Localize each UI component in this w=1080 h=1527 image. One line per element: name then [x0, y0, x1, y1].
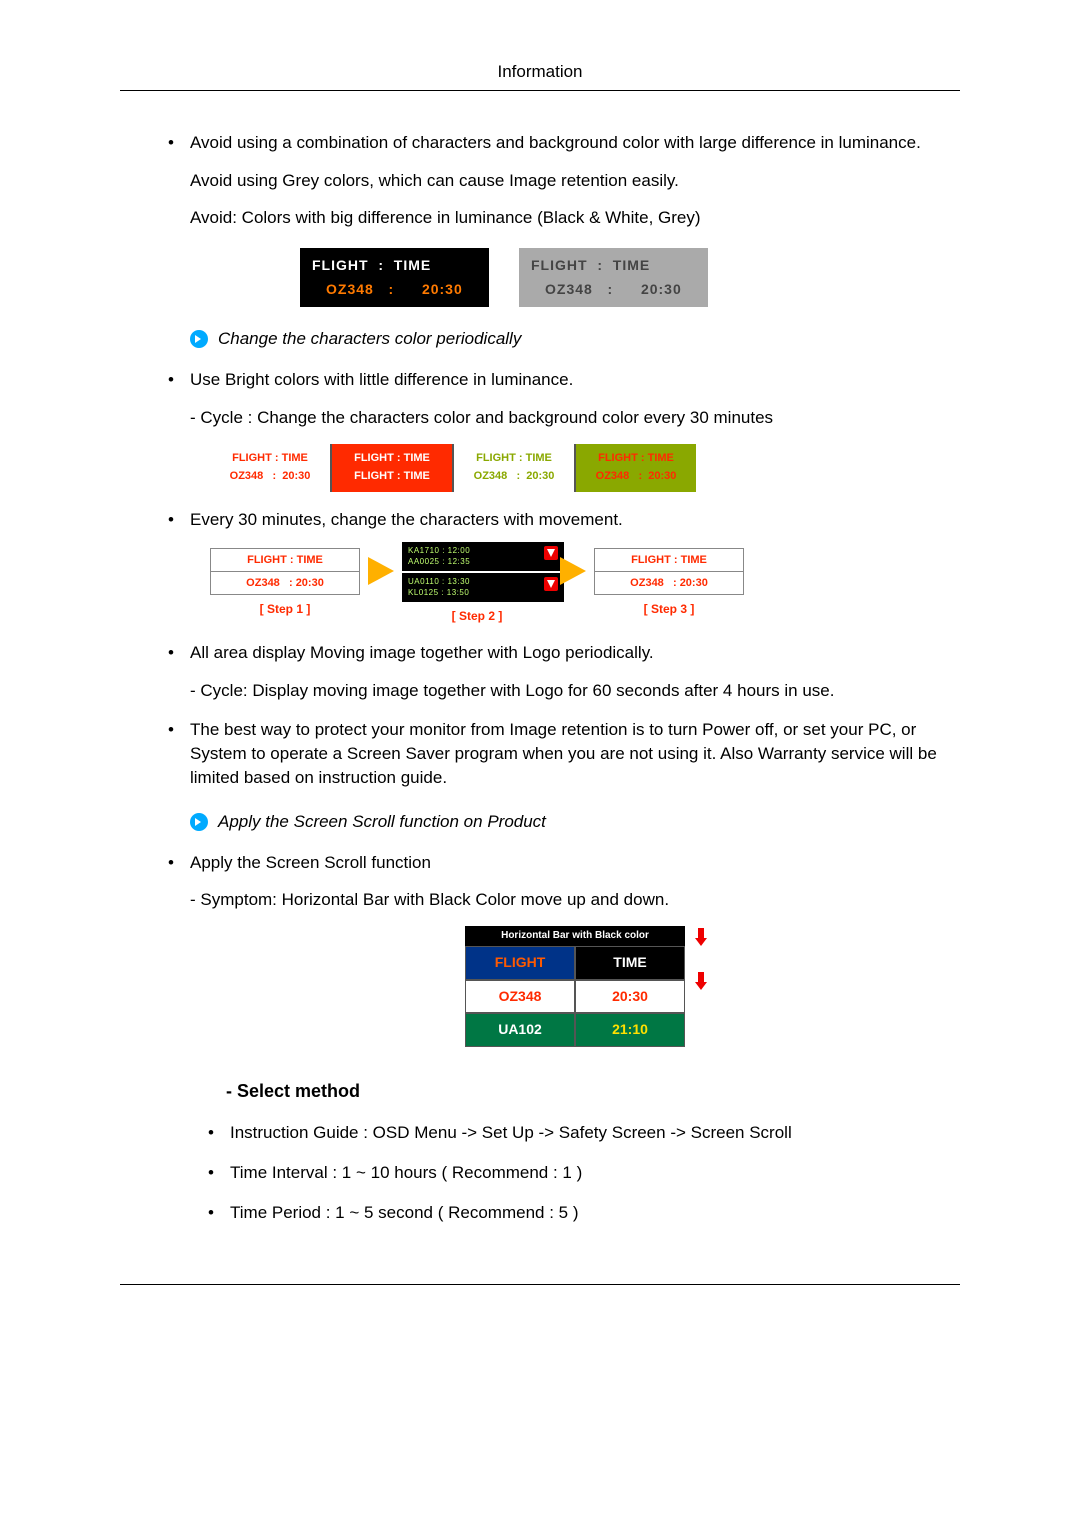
text: Use Bright colors with little difference… [190, 370, 573, 389]
cycle-2: FLIGHT : TIME FLIGHT : TIME [330, 444, 452, 492]
step-2-top: KA1710 : 12:00AA0025 : 12:35 [402, 542, 564, 571]
arrow-right-icon [190, 330, 208, 348]
cell: OZ348 [465, 980, 575, 1014]
text: Avoid: Colors with big difference in lum… [190, 208, 701, 227]
bullet-power-off: The best way to protect your monitor fro… [190, 718, 960, 789]
bullet-moving-logo: All area display Moving image together w… [190, 641, 960, 703]
sub-symptom: Symptom: Horizontal Bar with Black Color… [190, 888, 960, 912]
text: FLIGHT : TIME [312, 256, 477, 276]
step-3: FLIGHT : TIME OZ348 : 20:30 [ Step 3 ] [594, 548, 744, 618]
arrow-right-icon [190, 813, 208, 831]
text: Avoid using Grey colors, which can cause… [190, 171, 679, 190]
arrow-down-icon [695, 928, 707, 940]
method-instruction-guide: Instruction Guide : OSD Menu -> Set Up -… [230, 1121, 960, 1145]
text: OZ348 [545, 281, 593, 297]
select-method-heading: - Select method [226, 1079, 960, 1104]
section-title: Apply the Screen Scroll function on Prod… [218, 810, 546, 834]
text: 20:30 [641, 281, 682, 297]
luminance-demo: FLIGHT : TIME OZ348 : 20:30 FLIGHT : TIM… [300, 248, 960, 307]
demo-grey-box: FLIGHT : TIME OZ348 : 20:30 [519, 248, 708, 307]
footer-divider [120, 1284, 960, 1285]
cell: TIME [575, 946, 685, 980]
bullet-apply-scroll: Apply the Screen Scroll function Symptom… [190, 851, 960, 1047]
cycle-1: FLIGHT : TIME OZ348 : 20:30 [210, 444, 330, 492]
cell: 21:10 [575, 1013, 685, 1047]
method-time-interval: Time Interval : 1 ~ 10 hours ( Recommend… [230, 1161, 960, 1185]
page-header: Information [120, 60, 960, 91]
steps-demo: FLIGHT : TIME OZ348 : 20:30 [ Step 1 ] K… [210, 542, 960, 625]
section-screen-scroll: Apply the Screen Scroll function on Prod… [190, 810, 960, 834]
arrow-down-icon [695, 972, 707, 984]
bullet-movement: Every 30 minutes, change the characters … [190, 508, 960, 625]
scroll-demo: Horizontal Bar with Black color FLIGHT T… [465, 926, 685, 1047]
text: The best way to protect your monitor fro… [190, 720, 937, 787]
step-1: FLIGHT : TIME OZ348 : 20:30 [ Step 1 ] [210, 548, 360, 618]
cell: 20:30 [575, 980, 685, 1014]
color-cycle-demo: FLIGHT : TIME OZ348 : 20:30 FLIGHT : TIM… [210, 444, 960, 492]
sub-cycle: Cycle : Change the characters color and … [190, 406, 960, 430]
arrow-right-icon [368, 557, 394, 585]
arrow-right-icon [560, 557, 586, 585]
cycle-4: FLIGHT : TIME OZ348 : 20:30 [574, 444, 696, 492]
text: All area display Moving image together w… [190, 643, 654, 662]
step-2: KA1710 : 12:00AA0025 : 12:35 UA0110 : 13… [402, 542, 552, 625]
pin-icon [544, 546, 558, 560]
text: Every 30 minutes, change the characters … [190, 510, 623, 529]
text: FLIGHT : TIME [531, 256, 696, 276]
section-title: Change the characters color periodically [218, 327, 521, 351]
text: Apply the Screen Scroll function [190, 853, 431, 872]
step-2-bottom: UA0110 : 13:30KL0125 : 13:50 [402, 573, 564, 602]
bullet-avoid-luminance: Avoid using a combination of characters … [190, 131, 960, 308]
cycle-3: FLIGHT : TIME OZ348 : 20:30 [452, 444, 574, 492]
section-change-color: Change the characters color periodically [190, 327, 960, 351]
text: Cycle : Change the characters color and … [200, 408, 773, 427]
bullet-bright-colors: Use Bright colors with little difference… [190, 368, 960, 492]
text: Avoid using a combination of characters … [190, 133, 921, 152]
scroll-demo-header: Horizontal Bar with Black color [465, 926, 685, 946]
page-title: Information [497, 62, 582, 81]
cell: UA102 [465, 1013, 575, 1047]
sub-cycle-logo: Cycle: Display moving image together wit… [190, 679, 960, 703]
text: Cycle: Display moving image together wit… [200, 681, 834, 700]
cell: FLIGHT [465, 946, 575, 980]
text: Symptom: Horizontal Bar with Black Color… [200, 890, 669, 909]
method-time-period: Time Period : 1 ~ 5 second ( Recommend :… [230, 1201, 960, 1225]
text: OZ348 [326, 281, 374, 297]
pin-icon [544, 577, 558, 591]
text: 20:30 [422, 281, 463, 297]
demo-black-box: FLIGHT : TIME OZ348 : 20:30 [300, 248, 489, 307]
